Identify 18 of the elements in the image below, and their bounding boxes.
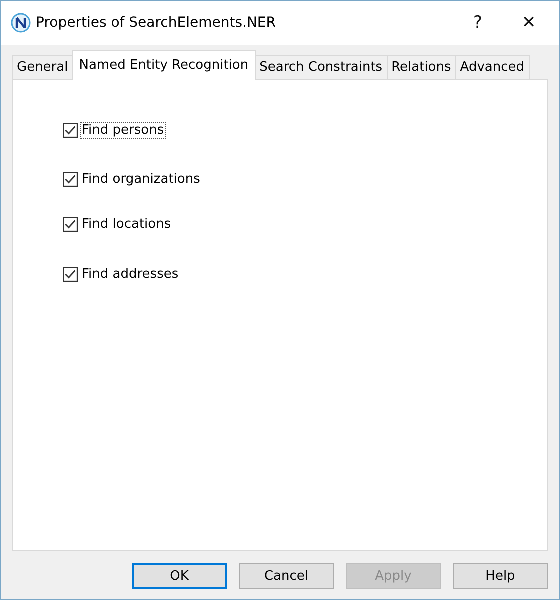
help-button[interactable]: ? bbox=[455, 1, 501, 45]
checkbox-label[interactable]: Find addresses bbox=[80, 266, 181, 283]
window-title: Properties of SearchElements.NER bbox=[36, 15, 277, 31]
checkbox-label[interactable]: Find organizations bbox=[80, 171, 202, 188]
checkbox[interactable] bbox=[63, 217, 78, 232]
checkbox[interactable] bbox=[63, 123, 78, 138]
dialog-button[interactable]: Cancel bbox=[239, 563, 334, 589]
dialog-button[interactable]: OK bbox=[132, 563, 227, 589]
app-logo-icon bbox=[11, 13, 31, 33]
tab[interactable]: Advanced bbox=[455, 55, 530, 79]
checkbox-label[interactable]: Find persons bbox=[80, 122, 166, 139]
dialog-button[interactable]: Help bbox=[453, 563, 548, 589]
close-button[interactable]: ✕ bbox=[501, 1, 557, 45]
checkbox-label[interactable]: Find locations bbox=[80, 216, 174, 233]
checkbox[interactable] bbox=[63, 172, 78, 187]
tab[interactable]: General bbox=[12, 55, 74, 79]
tab[interactable]: Named Entity Recognition bbox=[72, 50, 256, 80]
checkbox[interactable] bbox=[63, 267, 78, 282]
